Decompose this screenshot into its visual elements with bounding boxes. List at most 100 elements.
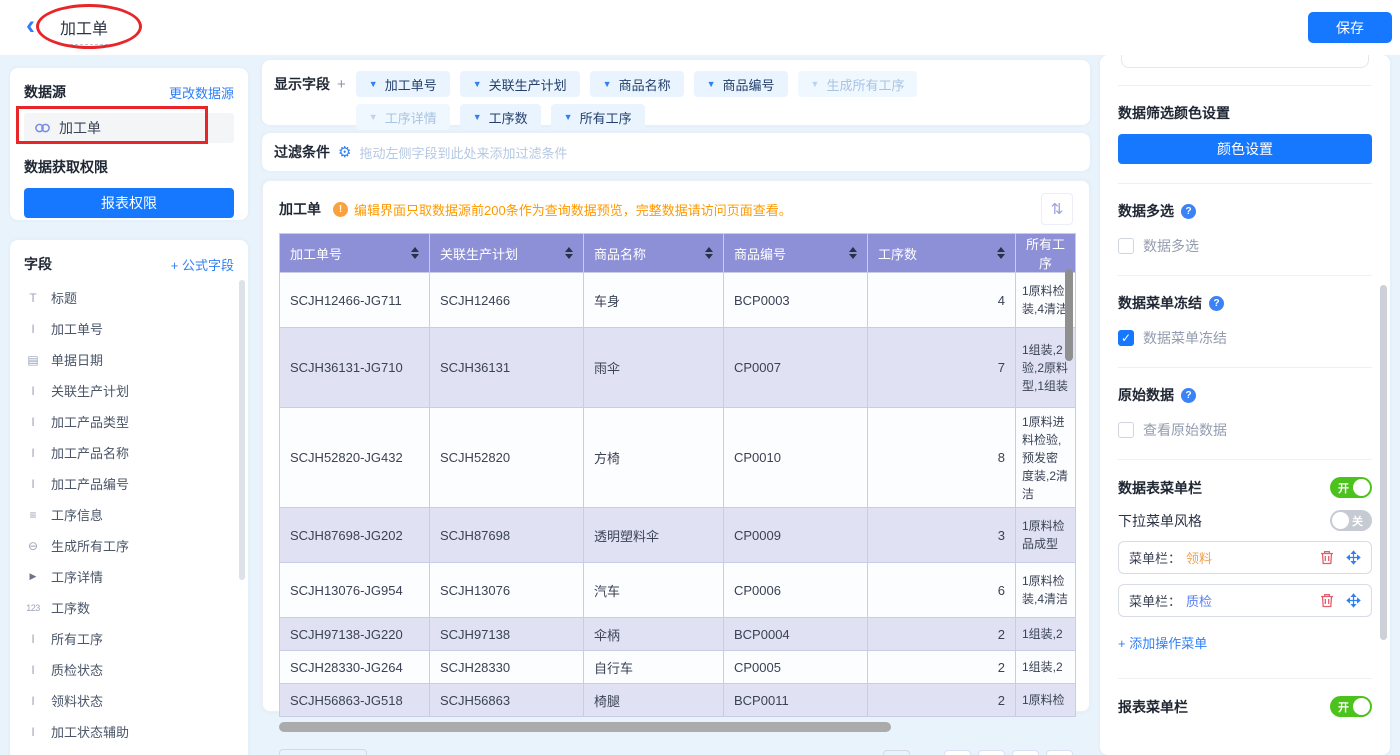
field-chip-order-no[interactable]: ▼加工单号 (356, 71, 450, 97)
column-label: 加工单号 (290, 244, 342, 263)
settings-scrollbar[interactable] (1380, 285, 1387, 640)
table-row: SCJH97138-JG220SCJH97138伞柄BCP000421组装,2 (280, 618, 1076, 651)
table-menu-toggle[interactable]: 开 (1330, 477, 1372, 498)
field-chip-all-process[interactable]: ▼所有工序 (551, 104, 645, 130)
field-item-process-info[interactable]: ≡工序信息 (24, 499, 234, 530)
fields-scrollbar[interactable] (239, 280, 245, 580)
cell: SCJH36131 (430, 328, 584, 408)
column-header-order-no[interactable]: 加工单号 (280, 234, 430, 273)
collapsed-input[interactable] (1121, 55, 1369, 68)
access-title: 数据获取权限 (24, 157, 234, 177)
last-page-button[interactable]: » (1046, 750, 1073, 755)
field-item-product-name[interactable]: I加工产品名称 (24, 437, 234, 468)
column-header-plan[interactable]: 关联生产计划 (430, 234, 584, 273)
display-fields-label: 显示字段 (274, 74, 330, 94)
trash-icon[interactable] (1320, 593, 1334, 608)
field-item-product-code[interactable]: I加工产品编号 (24, 468, 234, 499)
sort-order-button[interactable]: ⇅ (1041, 193, 1073, 225)
add-action-menu-link[interactable]: + 添加操作菜单 (1118, 633, 1372, 652)
field-item-qc-status[interactable]: I质检状态 (24, 654, 234, 685)
column-header-all-process[interactable]: 所有工序 (1016, 234, 1076, 273)
cell: SCJH87698-JG202 (280, 508, 430, 563)
divider (1118, 678, 1372, 679)
datasource-title: 数据源 (24, 82, 66, 102)
field-item-material-status[interactable]: I领料状态 (24, 685, 234, 716)
preview-panel: 加工单 ! 编辑界面只取数据源前200条作为查询数据预览，完整数据请访问页面查看… (262, 180, 1090, 712)
column-header-product-code[interactable]: 商品编号 (724, 234, 868, 273)
raw-data-checkbox[interactable] (1118, 422, 1134, 438)
page-input[interactable]: 1 (883, 750, 910, 755)
save-button[interactable]: 保存 (1308, 12, 1392, 43)
dropdown-style-label: 下拉菜单风格 (1118, 511, 1202, 531)
table-vertical-scrollbar[interactable] (1065, 269, 1073, 361)
cell: SCJH12466 (430, 273, 584, 328)
field-label: 单据日期 (51, 350, 103, 369)
move-icon[interactable] (1346, 550, 1361, 565)
menu-freeze-checkbox[interactable] (1118, 330, 1134, 346)
field-item-gen-process[interactable]: ⊖生成所有工序 (24, 530, 234, 561)
expand-triangle-icon: ▶ (24, 571, 42, 582)
chip-label: 加工单号 (385, 75, 437, 94)
field-item-order-no[interactable]: I加工单号 (24, 313, 234, 344)
divider (1118, 183, 1372, 184)
field-chip-gen-process[interactable]: ▼生成所有工序 (798, 71, 918, 97)
help-icon[interactable]: ? (1181, 388, 1196, 403)
field-chip-process-count[interactable]: ▼工序数 (460, 104, 541, 130)
cell: CP0010 (724, 408, 868, 508)
field-item-status-aux[interactable]: I加工状态辅助 (24, 716, 234, 747)
field-item-all-process[interactable]: I所有工序 (24, 623, 234, 654)
help-icon[interactable]: ? (1209, 296, 1224, 311)
first-page-button[interactable]: « (944, 750, 971, 755)
cell: 1原料检 (1016, 684, 1076, 717)
field-item-date[interactable]: ▤单据日期 (24, 344, 234, 375)
chip-label: 关联生产计划 (489, 75, 567, 94)
help-icon[interactable]: ? (1181, 204, 1196, 219)
multi-select-checkbox[interactable] (1118, 238, 1134, 254)
datasource-item[interactable]: 加工单 (24, 113, 234, 143)
color-settings-title: 数据筛选颜色设置 (1118, 103, 1230, 123)
page-title[interactable]: 加工单 (60, 15, 108, 45)
divider (1118, 367, 1372, 368)
add-display-field-icon[interactable]: + (337, 76, 346, 93)
gear-icon[interactable]: ⚙ (338, 143, 351, 161)
move-icon[interactable] (1346, 593, 1361, 608)
change-datasource-link[interactable]: 更改数据源 (169, 83, 234, 102)
raw-data-title: 原始数据 (1118, 385, 1174, 405)
field-chip-product-name[interactable]: ▼商品名称 (590, 71, 684, 97)
table-row: SCJH13076-JG954SCJH13076汽车CP000661原料检装,4… (280, 563, 1076, 618)
add-formula-field-link[interactable]: + 公式字段 (171, 255, 234, 274)
chip-label: 商品名称 (619, 75, 671, 94)
color-settings-button[interactable]: 颜色设置 (1118, 134, 1372, 164)
field-chip-process-detail[interactable]: ▼工序详情 (356, 104, 450, 130)
trash-icon[interactable] (1320, 550, 1334, 565)
field-label: 标题 (51, 288, 77, 307)
back-icon[interactable]: ‹ (26, 10, 35, 41)
column-header-product-name[interactable]: 商品名称 (584, 234, 724, 273)
prev-page-button[interactable]: ‹ (978, 750, 1005, 755)
report-permission-button[interactable]: 报表权限 (24, 188, 234, 218)
field-item-process-detail[interactable]: ▶ 工序详情 (24, 561, 234, 592)
chip-label: 工序详情 (385, 108, 437, 127)
table-horizontal-scrollbar[interactable] (279, 722, 891, 732)
multi-select-section: 数据多选 ? 数据多选 (1118, 201, 1372, 258)
field-item-title[interactable]: T标题 (24, 282, 234, 313)
page-size-select[interactable]: 20 条/页 ∨ (279, 749, 367, 755)
pill-icon: ⊖ (24, 539, 42, 553)
field-item-process-count[interactable]: 123工序数 (24, 592, 234, 623)
field-chip-product-code[interactable]: ▼商品编号 (694, 71, 788, 97)
menu-value: 领料 (1186, 548, 1212, 567)
report-menu-toggle[interactable]: 开 (1330, 696, 1372, 717)
text-icon: I (24, 446, 42, 460)
field-item-plan[interactable]: I关联生产计划 (24, 375, 234, 406)
dropdown-style-toggle[interactable]: 关 (1330, 510, 1372, 531)
report-menu-section: 报表菜单栏 开 (1118, 696, 1372, 719)
link-icon (34, 122, 51, 134)
field-chip-plan[interactable]: ▼关联生产计划 (460, 71, 580, 97)
toggle-knob (1353, 479, 1370, 496)
field-label: 工序详情 (51, 567, 103, 586)
cell: SCJH56863 (430, 684, 584, 717)
cell: SCJH28330 (430, 651, 584, 684)
next-page-button[interactable]: › (1012, 750, 1039, 755)
column-header-process-count[interactable]: 工序数 (868, 234, 1016, 273)
field-item-product-type[interactable]: I加工产品类型 (24, 406, 234, 437)
